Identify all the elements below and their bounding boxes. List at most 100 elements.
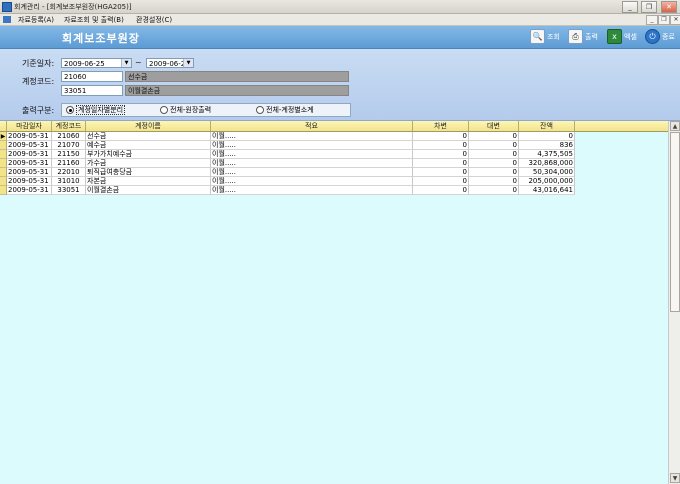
cell-debit[interactable]: 0: [413, 150, 469, 159]
cell-summary[interactable]: 이월.....: [211, 168, 413, 177]
mdi-minimize-button[interactable]: _: [646, 15, 658, 25]
account-to-name: 이월결손금: [125, 85, 349, 96]
mdi-close-button[interactable]: ✕: [670, 15, 680, 25]
cell-debit[interactable]: 0: [413, 168, 469, 177]
ledger-grid[interactable]: 마감일자 계정코드 계정이름 적요 차변 대변 잔액 ▶ 2009-05-31 …: [0, 121, 680, 484]
scroll-down-button[interactable]: ▼: [670, 473, 680, 483]
table-row[interactable]: 2009-05-31 21150 부가가치예수금 이월..... 0 0 4,3…: [0, 150, 668, 159]
cell-account-code[interactable]: 21070: [52, 141, 86, 150]
row-indicator: [0, 141, 7, 150]
cell-account-name[interactable]: 부가가치예수금: [86, 150, 211, 159]
column-header-debit[interactable]: 차변: [413, 121, 469, 131]
cell-credit[interactable]: 0: [469, 168, 519, 177]
cell-balance[interactable]: 43,016,641: [519, 186, 575, 195]
current-row-indicator-icon: ▶: [0, 132, 7, 141]
radio-by-date[interactable]: 계정일자별분리: [66, 105, 126, 115]
chevron-down-icon[interactable]: ▼: [183, 59, 193, 67]
cell-balance[interactable]: 205,000,000: [519, 177, 575, 186]
date-to-picker[interactable]: 2009-06-25 ▼: [146, 58, 194, 68]
print-button[interactable]: ⎙ 출력: [568, 29, 598, 45]
cell-balance[interactable]: 320,868,000: [519, 159, 575, 168]
cell-account-name[interactable]: 선수금: [86, 132, 211, 141]
cell-credit[interactable]: 0: [469, 141, 519, 150]
table-row[interactable]: 2009-05-31 33051 이월결손금 이월..... 0 0 43,01…: [0, 186, 668, 195]
cell-credit[interactable]: 0: [469, 159, 519, 168]
cell-close-date[interactable]: 2009-05-31: [7, 186, 52, 195]
row-indicator: [0, 159, 7, 168]
radio-full-ledger[interactable]: 전체-원장출력: [160, 105, 211, 115]
output-type-label: 출력구분:: [22, 106, 55, 115]
column-header-account-name[interactable]: 계정이름: [86, 121, 211, 131]
exit-button[interactable]: ⏻ 종료: [645, 29, 675, 45]
cell-close-date[interactable]: 2009-05-31: [7, 159, 52, 168]
cell-credit[interactable]: 0: [469, 132, 519, 141]
cell-account-code[interactable]: 31010: [52, 177, 86, 186]
radio-account-subtotal[interactable]: 전체-계정별소계: [256, 105, 314, 115]
cell-debit[interactable]: 0: [413, 159, 469, 168]
cell-close-date[interactable]: 2009-05-31: [7, 141, 52, 150]
cell-account-name[interactable]: 이월결손금: [86, 186, 211, 195]
cell-summary[interactable]: 이월.....: [211, 132, 413, 141]
query-button[interactable]: 🔍 조회: [530, 29, 560, 45]
excel-button[interactable]: x 엑셀: [607, 29, 637, 45]
cell-summary[interactable]: 이월.....: [211, 177, 413, 186]
table-row[interactable]: 2009-05-31 21160 가수금 이월..... 0 0 320,868…: [0, 159, 668, 168]
cell-account-name[interactable]: 자본금: [86, 177, 211, 186]
table-row[interactable]: 2009-05-31 21070 예수금 이월..... 0 0 836: [0, 141, 668, 150]
account-from-code-input[interactable]: 21060: [61, 71, 123, 82]
table-row[interactable]: 2009-05-31 22010 퇴직급여충당금 이월..... 0 0 50,…: [0, 168, 668, 177]
cell-account-code[interactable]: 21160: [52, 159, 86, 168]
cell-credit[interactable]: 0: [469, 186, 519, 195]
close-button[interactable]: ✕: [661, 1, 677, 13]
cell-balance[interactable]: 836: [519, 141, 575, 150]
cell-debit[interactable]: 0: [413, 186, 469, 195]
cell-account-name[interactable]: 예수금: [86, 141, 211, 150]
menu-data-entry[interactable]: 자료등록(A): [18, 15, 54, 25]
cell-debit[interactable]: 0: [413, 132, 469, 141]
menu-settings[interactable]: 환경설정(C): [136, 15, 172, 25]
cell-account-name[interactable]: 가수금: [86, 159, 211, 168]
cell-account-code[interactable]: 33051: [52, 186, 86, 195]
cell-close-date[interactable]: 2009-05-31: [7, 168, 52, 177]
minimize-button[interactable]: _: [622, 1, 638, 13]
column-header-account-code[interactable]: 계정코드: [52, 121, 86, 131]
menu-bar: 자료등록(A) 자료조회 및 출력(B) 환경설정(C) _ ❐ ✕: [0, 14, 680, 26]
column-header-credit[interactable]: 대변: [469, 121, 519, 131]
table-row[interactable]: ▶ 2009-05-31 21060 선수금 이월..... 0 0 0: [0, 132, 668, 141]
column-header-close-date[interactable]: 마감일자: [7, 121, 52, 131]
cell-credit[interactable]: 0: [469, 177, 519, 186]
scroll-thumb[interactable]: [670, 132, 680, 312]
cell-credit[interactable]: 0: [469, 150, 519, 159]
cell-account-code[interactable]: 21150: [52, 150, 86, 159]
menu-query-print[interactable]: 자료조회 및 출력(B): [64, 15, 124, 25]
cell-close-date[interactable]: 2009-05-31: [7, 150, 52, 159]
search-doc-icon: 🔍: [530, 29, 545, 44]
account-to-code-input[interactable]: 33051: [61, 85, 123, 96]
mdi-restore-button[interactable]: ❐: [658, 15, 670, 25]
power-icon: ⏻: [645, 29, 660, 44]
header-indicator: [0, 121, 7, 131]
cell-balance[interactable]: 0: [519, 132, 575, 141]
cell-account-name[interactable]: 퇴직급여충당금: [86, 168, 211, 177]
cell-account-code[interactable]: 22010: [52, 168, 86, 177]
cell-summary[interactable]: 이월.....: [211, 141, 413, 150]
cell-balance[interactable]: 50,304,000: [519, 168, 575, 177]
restore-button[interactable]: ❐: [641, 1, 657, 13]
cell-summary[interactable]: 이월.....: [211, 186, 413, 195]
cell-debit[interactable]: 0: [413, 177, 469, 186]
chevron-down-icon[interactable]: ▼: [121, 59, 131, 67]
date-from-picker[interactable]: 2009-06-25 ▼: [61, 58, 132, 68]
grid-header: 마감일자 계정코드 계정이름 적요 차변 대변 잔액: [0, 121, 668, 132]
table-row[interactable]: 2009-05-31 31010 자본금 이월..... 0 0 205,000…: [0, 177, 668, 186]
cell-close-date[interactable]: 2009-05-31: [7, 132, 52, 141]
vertical-scrollbar[interactable]: ▲ ▼: [668, 121, 680, 484]
cell-account-code[interactable]: 21060: [52, 132, 86, 141]
scroll-up-button[interactable]: ▲: [670, 121, 680, 131]
cell-balance[interactable]: 4,375,505: [519, 150, 575, 159]
cell-debit[interactable]: 0: [413, 141, 469, 150]
cell-close-date[interactable]: 2009-05-31: [7, 177, 52, 186]
cell-summary[interactable]: 이월.....: [211, 150, 413, 159]
column-header-summary[interactable]: 적요: [211, 121, 413, 131]
column-header-balance[interactable]: 잔액: [519, 121, 575, 131]
cell-summary[interactable]: 이월.....: [211, 159, 413, 168]
